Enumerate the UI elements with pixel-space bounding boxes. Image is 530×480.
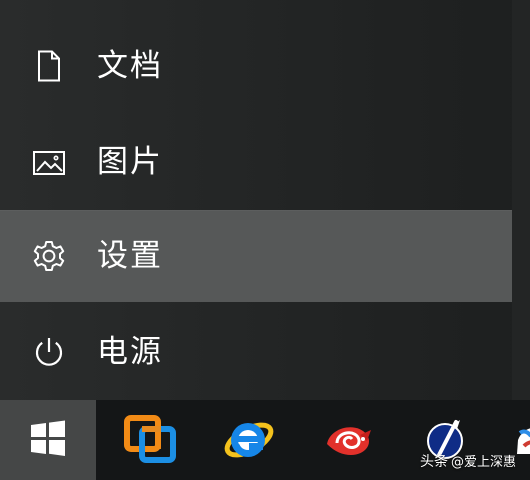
start-button[interactable] [0,400,96,480]
taskbar-app-red-shell[interactable] [318,410,378,470]
taskbar-app-vmware[interactable] [120,410,180,470]
power-icon [32,335,66,369]
document-icon [32,49,66,83]
start-menu: 文档 图片 设置 电源 [0,0,530,400]
image-icon [32,145,66,179]
pictures-label: 图片 [97,143,163,180]
gear-icon [32,239,66,273]
start-menu-item-power[interactable]: 电源 [0,306,512,398]
documents-label: 文档 [97,47,163,84]
start-menu-item-pictures[interactable]: 图片 [0,116,512,208]
vmware-icon [122,410,178,470]
windows-logo-icon [29,419,67,461]
watermark: 头条 @爱上深惠 [420,451,530,473]
start-menu-item-settings[interactable]: 设置 [0,210,512,302]
internet-explorer-icon [220,410,276,470]
settings-label: 设置 [97,237,163,274]
taskbar-app-internet-explorer[interactable] [218,410,278,470]
watermark-brand: 头条 [420,454,448,470]
start-menu-item-documents[interactable]: 文档 [0,20,512,112]
watermark-handle: @爱上深惠 [451,454,517,470]
windows-start-screen: 文档 图片 设置 电源 头条 @爱上深惠 [0,0,530,480]
red-shell-icon [320,410,376,470]
power-label: 电源 [97,333,163,370]
